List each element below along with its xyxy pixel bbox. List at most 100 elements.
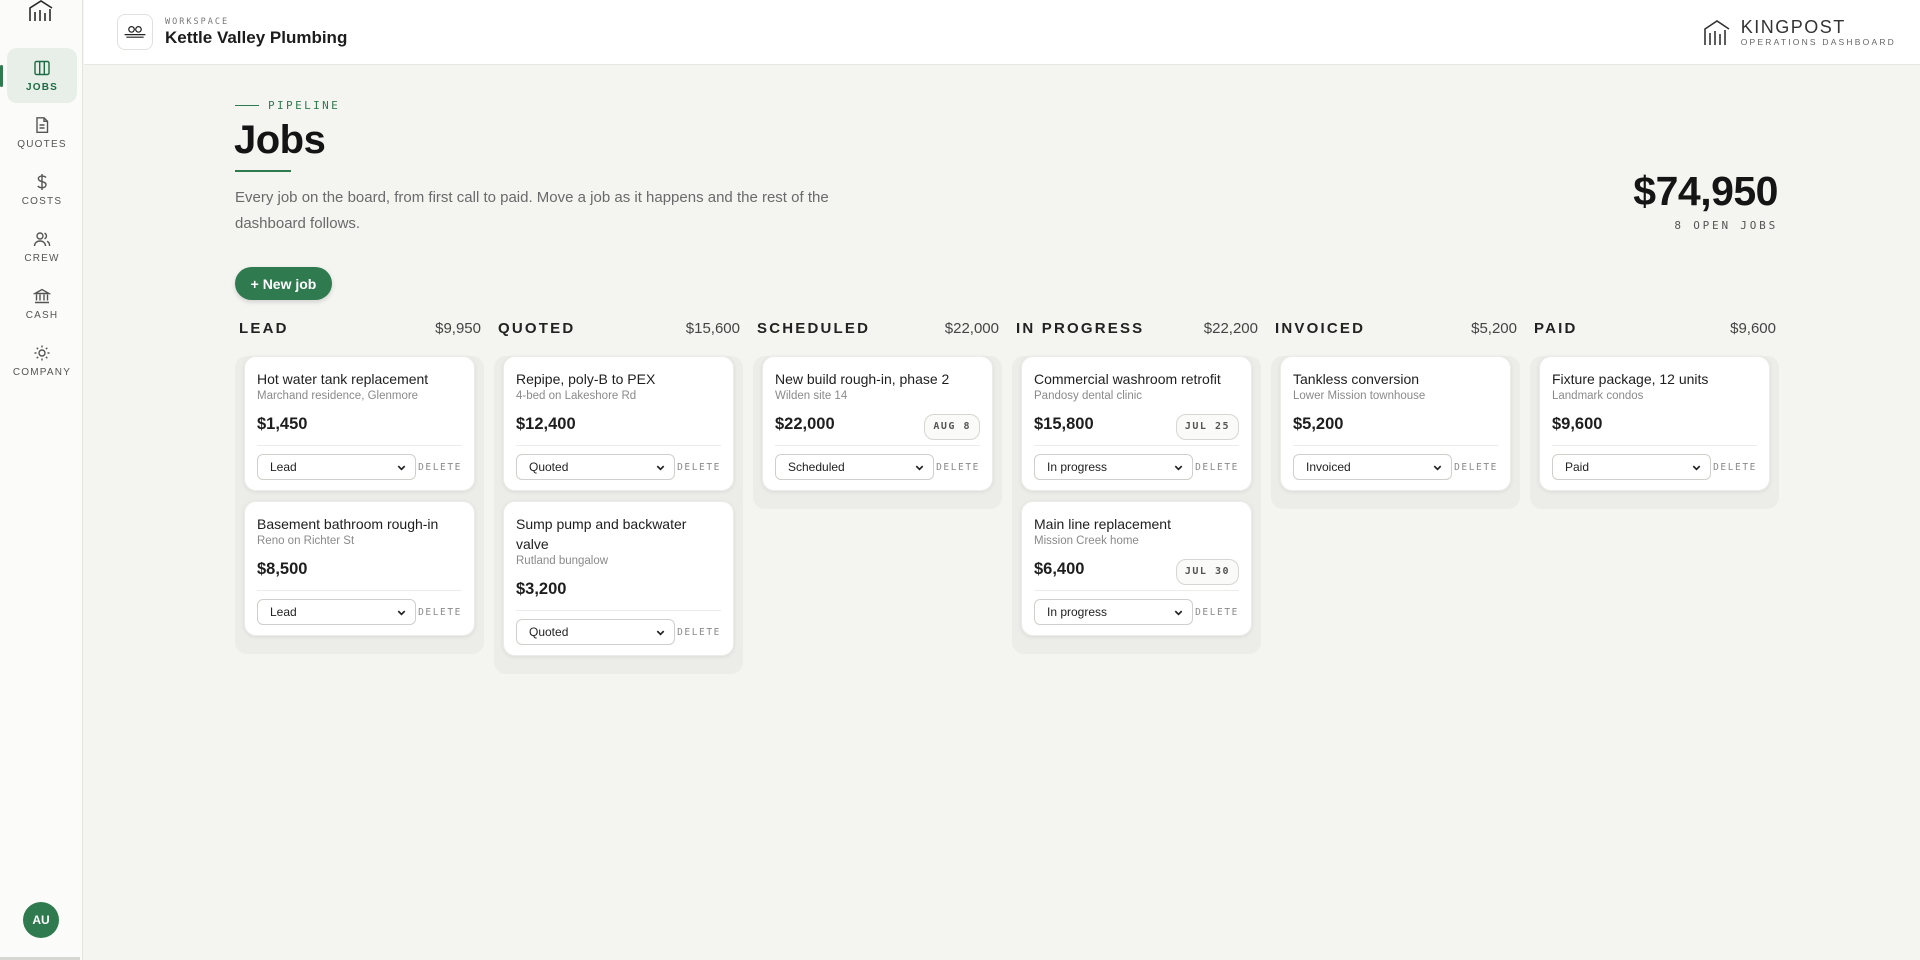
status-select-value: Quoted xyxy=(529,625,569,639)
delete-button[interactable]: DELETE xyxy=(677,627,721,638)
column-cards: Hot water tank replacement Marchand resi… xyxy=(235,356,484,654)
column-total: $22,200 xyxy=(1203,320,1258,337)
new-job-button[interactable]: + New job xyxy=(235,267,332,300)
job-card[interactable]: Main line replacement Mission Creek home… xyxy=(1021,501,1252,636)
status-select[interactable]: Quoted xyxy=(516,454,675,480)
status-select[interactable]: In progress xyxy=(1034,454,1193,480)
page-eyebrow: PIPELINE xyxy=(235,99,340,112)
job-card[interactable]: Tankless conversion Lower Mission townho… xyxy=(1280,356,1511,491)
delete-button[interactable]: DELETE xyxy=(418,607,462,618)
job-title: Main line replacement xyxy=(1034,516,1171,532)
card-footer: Lead DELETE xyxy=(257,599,462,625)
column-header: INVOICED $5,200 xyxy=(1271,315,1520,342)
job-card[interactable]: New build rough-in, phase 2 Wilden site … xyxy=(762,356,993,491)
job-card[interactable]: Hot water tank replacement Marchand resi… xyxy=(244,356,475,491)
job-amount: $9,600 xyxy=(1552,415,1603,433)
job-card[interactable]: Basement bathroom rough-in Reno on Richt… xyxy=(244,501,475,636)
chevron-down-icon xyxy=(1174,610,1183,616)
sidebar-item-label: COMPANY xyxy=(12,366,72,378)
status-select[interactable]: Invoiced xyxy=(1293,454,1452,480)
job-card[interactable]: Fixture package, 12 units Landmark condo… xyxy=(1539,356,1770,491)
card-footer: In progress DELETE xyxy=(1034,599,1239,625)
column-name: SCHEDULED xyxy=(757,320,871,337)
sidebar-item-jobs[interactable]: JOBS xyxy=(0,48,77,103)
card-divider xyxy=(257,590,462,591)
page-title: Jobs xyxy=(234,118,326,162)
sidebar-item-label: CASH xyxy=(25,309,59,321)
card-divider xyxy=(1034,590,1239,591)
status-select-value: Lead xyxy=(270,605,297,619)
job-location: Rutland bungalow xyxy=(516,555,609,567)
card-footer: Invoiced DELETE xyxy=(1293,454,1498,480)
status-select[interactable]: Quoted xyxy=(516,619,675,645)
job-card[interactable]: Sump pump and backwater valve Rutland bu… xyxy=(503,501,734,656)
due-date-badge: JUL 30 xyxy=(1175,559,1239,585)
workspace-logo[interactable] xyxy=(117,14,153,50)
column-total: $9,950 xyxy=(435,320,481,337)
kingpost-logo-icon[interactable] xyxy=(28,0,54,22)
job-location: Marchand residence, Glenmore xyxy=(257,390,419,402)
job-title: Sump pump and backwater valve xyxy=(516,516,687,552)
workspace-name[interactable]: Kettle Valley Plumbing xyxy=(165,28,347,48)
delete-button[interactable]: DELETE xyxy=(418,462,462,473)
status-select[interactable]: Scheduled xyxy=(775,454,934,480)
column-cards: Tankless conversion Lower Mission townho… xyxy=(1271,356,1520,509)
status-select-value: Invoiced xyxy=(1306,460,1351,474)
page-description: Every job on the board, from first call … xyxy=(235,189,829,232)
status-select[interactable]: Lead xyxy=(257,599,416,625)
status-select[interactable]: In progress xyxy=(1034,599,1193,625)
job-amount: $3,200 xyxy=(516,580,567,598)
column-header: QUOTED $15,600 xyxy=(494,315,743,342)
delete-button[interactable]: DELETE xyxy=(677,462,721,473)
card-footer: In progress DELETE xyxy=(1034,454,1239,480)
delete-button[interactable]: DELETE xyxy=(1195,462,1239,473)
column-name: QUOTED xyxy=(498,320,576,337)
brand-name: KINGPOST xyxy=(1740,17,1846,37)
column-header: LEAD $9,950 xyxy=(235,315,484,342)
due-date-badge: AUG 8 xyxy=(924,414,980,440)
sidebar-item-cash[interactable]: CASH xyxy=(7,276,77,331)
card-divider xyxy=(516,610,721,611)
job-amount: $1,450 xyxy=(257,415,308,433)
job-amount: $6,400 JUL 30 xyxy=(1034,559,1239,585)
status-select[interactable]: Lead xyxy=(257,454,416,480)
delete-button[interactable]: DELETE xyxy=(1454,462,1498,473)
sidebar-item-label: COSTS xyxy=(21,195,63,207)
card-footer: Quoted DELETE xyxy=(516,454,721,480)
delete-button[interactable]: DELETE xyxy=(1713,462,1757,473)
job-title: Commercial washroom retrofit xyxy=(1034,371,1221,387)
status-select-value: Paid xyxy=(1565,460,1590,474)
column-cards: New build rough-in, phase 2 Wilden site … xyxy=(753,356,1002,509)
job-amount: $15,800 JUL 25 xyxy=(1034,414,1239,440)
job-card[interactable]: Repipe, poly-B to PEX 4-bed on Lakeshore… xyxy=(503,356,734,491)
status-select-value: Lead xyxy=(270,460,297,474)
sidebar-item-quotes[interactable]: QUOTES xyxy=(7,105,77,160)
column-lead: LEAD $9,950 Hot water tank replacement M… xyxy=(235,315,484,654)
delete-button[interactable]: DELETE xyxy=(1195,607,1239,618)
chevron-down-icon xyxy=(1174,465,1183,471)
columns-icon xyxy=(34,60,50,75)
workspace-label: WORKSPACE xyxy=(165,17,230,27)
column-cards: Repipe, poly-B to PEX 4-bed on Lakeshore… xyxy=(494,356,743,674)
column-total: $9,600 xyxy=(1730,320,1776,337)
status-select[interactable]: Paid xyxy=(1552,454,1711,480)
column-header: IN PROGRESS $22,200 xyxy=(1012,315,1261,342)
sidebar-item-crew[interactable]: CREW xyxy=(7,219,77,274)
column-name: PAID xyxy=(1534,320,1578,337)
sidebar-item-company[interactable]: COMPANY xyxy=(7,333,77,388)
column-paid: PAID $9,600 Fixture package, 12 units La… xyxy=(1530,315,1779,509)
job-card[interactable]: Commercial washroom retrofit Pandosy den… xyxy=(1021,356,1252,491)
chevron-down-icon xyxy=(915,465,924,471)
delete-button[interactable]: DELETE xyxy=(936,462,980,473)
card-divider xyxy=(516,445,721,446)
column-in-progress: IN PROGRESS $22,200 Commercial washroom … xyxy=(1012,315,1261,654)
brand-subtitle: OPERATIONS DASHBOARD xyxy=(1740,37,1896,47)
sidebar-item-costs[interactable]: COSTS xyxy=(7,162,77,217)
sidebar-item-label: CREW xyxy=(24,252,60,264)
column-scheduled: SCHEDULED $22,000 New build rough-in, ph… xyxy=(753,315,1002,509)
column-header: SCHEDULED $22,000 xyxy=(753,315,1002,342)
column-cards: Fixture package, 12 units Landmark condo… xyxy=(1530,356,1779,509)
job-amount: $12,400 xyxy=(516,415,576,433)
avatar[interactable]: AU xyxy=(23,902,59,938)
job-location: Landmark condos xyxy=(1552,390,1644,402)
